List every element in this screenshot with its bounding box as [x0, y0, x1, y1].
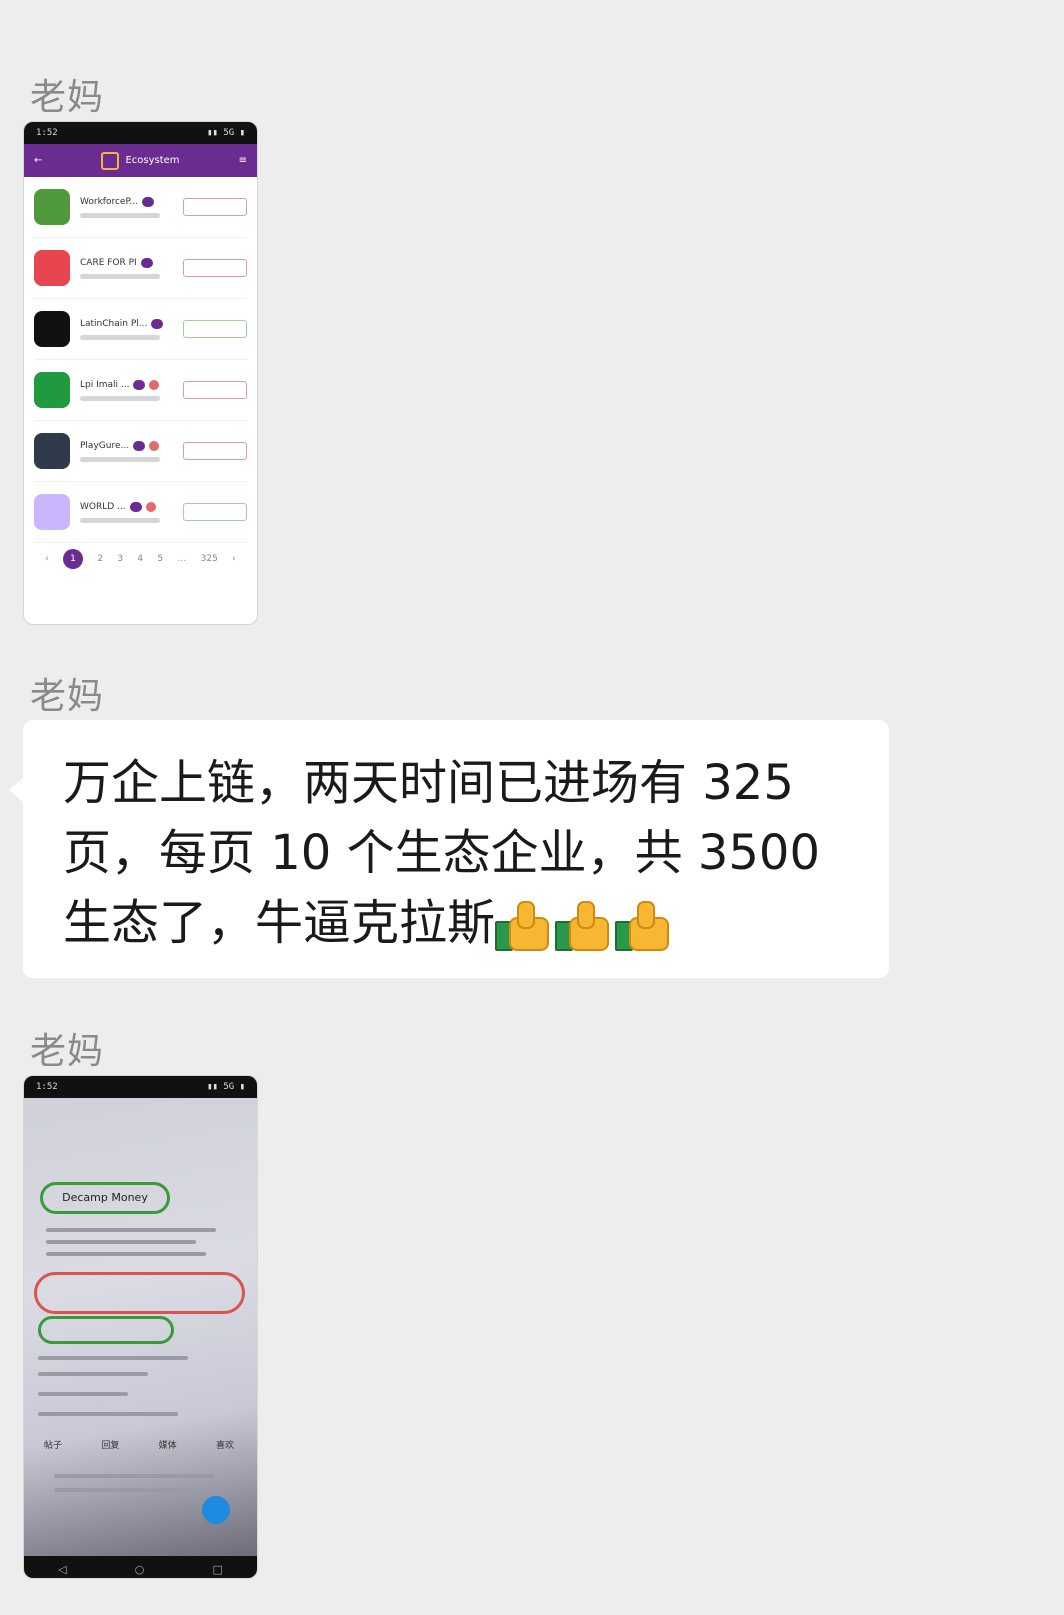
app-action-button — [183, 503, 247, 521]
app-list-row: CARE FOR PI — [34, 238, 247, 299]
app-icon — [34, 250, 70, 286]
app-list-row: WorkforceP... — [34, 177, 247, 238]
app-text: WorkforceP... — [80, 196, 173, 218]
verified-badge-icon — [140, 257, 153, 268]
status-dot-icon — [149, 379, 160, 390]
bio-highlight — [34, 1272, 245, 1314]
message-line: 万企上链，两天时间已进场有 325 — [63, 755, 794, 811]
verified-badge-icon — [142, 196, 155, 207]
back-nav-icon: ◁ — [58, 1562, 67, 1576]
app-icon — [34, 311, 70, 347]
status-time: 1:52 — [36, 1082, 58, 1092]
app-name: LatinChain Pl... — [80, 318, 148, 329]
menu-icon: ≡ — [238, 155, 247, 166]
emoji-group — [495, 899, 670, 953]
status-dot-icon — [145, 501, 156, 512]
thumbs-up-icon — [615, 899, 670, 953]
app-icon — [34, 494, 70, 530]
app-list: WorkforceP... CARE FOR PI LatinChain Pl...… — [24, 177, 257, 543]
app-name: CARE FOR PI — [80, 257, 137, 268]
page-5: 5 — [157, 554, 164, 564]
link-highlight — [38, 1316, 174, 1344]
app-action-button — [183, 442, 247, 460]
app-icon — [34, 372, 70, 408]
home-nav-icon: ○ — [134, 1562, 145, 1576]
verified-badge-icon — [133, 440, 146, 451]
app-name: Lpi Imali ... — [80, 379, 130, 390]
page-ellipsis: … — [177, 554, 187, 564]
app-title: Ecosystem — [125, 155, 180, 166]
verified-badge-icon — [151, 318, 164, 329]
app-name: WORLD ... — [80, 501, 126, 512]
app-text: Lpi Imali ... — [80, 379, 173, 401]
status-icons: ▮▮ 5G ▮ — [207, 128, 245, 138]
app-name: WorkforceP... — [80, 196, 139, 207]
app-list-row: Lpi Imali ... — [34, 360, 247, 421]
pi-logo-icon — [101, 151, 120, 170]
tab-likes: 喜欢 — [215, 1441, 234, 1451]
app-description — [80, 395, 160, 401]
verified-badge-icon — [129, 501, 142, 512]
sender-name: 老妈 — [30, 77, 105, 118]
tab-replies: 回复 — [101, 1441, 120, 1451]
sender-name: 老妈 — [30, 1031, 105, 1072]
app-action-button — [183, 259, 247, 277]
recents-nav-icon: □ — [212, 1562, 223, 1576]
app-icon — [34, 433, 70, 469]
compose-icon — [202, 1496, 230, 1524]
text-message-bubble[interactable]: 万企上链，两天时间已进场有 325 页，每页 10 个生态企业，共 3500 生… — [9, 720, 889, 978]
status-time: 1:52 — [36, 128, 58, 138]
thumbs-up-icon — [555, 899, 610, 953]
app-action-button — [183, 381, 247, 399]
profile-tabs: 帖子 回复 媒体 喜欢 — [44, 1438, 234, 1451]
page-last: 325 — [200, 554, 218, 564]
thumbs-up-icon — [495, 899, 550, 953]
verified-badge-icon — [133, 379, 146, 390]
app-description — [80, 456, 160, 462]
status-dot-icon — [149, 440, 160, 451]
app-action-button — [183, 198, 247, 216]
message-line-text: 生态了，牛逼克拉斯 — [63, 895, 496, 951]
back-arrow-icon: ← — [34, 155, 43, 166]
app-text: WORLD ... — [80, 501, 173, 523]
prev-page-icon: ‹ — [45, 554, 49, 564]
photo-of-profile-screen: Decamp Money 帖子 回复 媒体 喜欢 — [24, 1098, 257, 1556]
app-list-row: LatinChain Pl... — [34, 299, 247, 360]
tab-posts: 帖子 — [44, 1441, 63, 1451]
app-description — [80, 517, 160, 523]
android-nav-bar: ◁ ○ □ — [24, 1556, 257, 1578]
page-2: 2 — [97, 554, 104, 564]
image-message-ecosystem[interactable]: 1:52 ▮▮ 5G ▮ ← Ecosystem ≡ WorkforceP...… — [23, 121, 258, 625]
page-current: 1 — [63, 549, 84, 569]
app-text: LatinChain Pl... — [80, 318, 173, 340]
image-message-profile[interactable]: 1:52 ▮▮ 5G ▮ Decamp Money 帖子 回复 媒体 喜欢 ◁ … — [23, 1075, 258, 1579]
app-list-row: WORLD ... — [34, 482, 247, 543]
tab-media: 媒体 — [158, 1441, 177, 1451]
app-description — [80, 273, 160, 279]
status-icons: ▮▮ 5G ▮ — [207, 1082, 245, 1092]
page-3: 3 — [117, 554, 124, 564]
app-bar: ← Ecosystem ≡ — [24, 144, 257, 177]
app-list-row: PlayGure... — [34, 421, 247, 482]
message-line: 页，每页 10 个生态企业，共 3500 — [63, 825, 821, 881]
pagination: ‹ 1 2 3 4 5 … 325 › — [24, 543, 257, 575]
profile-name-highlight: Decamp Money — [40, 1182, 170, 1214]
message-line: 生态了，牛逼克拉斯 — [63, 888, 851, 958]
app-icon — [34, 189, 70, 225]
app-description — [80, 212, 160, 218]
phone-status-bar: 1:52 ▮▮ 5G ▮ — [24, 1076, 257, 1098]
app-description — [80, 334, 160, 340]
sender-name: 老妈 — [30, 676, 105, 717]
app-text: CARE FOR PI — [80, 257, 173, 279]
page-4: 4 — [137, 554, 144, 564]
app-name: PlayGure... — [80, 440, 130, 451]
app-action-button — [183, 320, 247, 338]
next-page-icon: › — [232, 554, 236, 564]
phone-status-bar: 1:52 ▮▮ 5G ▮ — [24, 122, 257, 144]
app-text: PlayGure... — [80, 440, 173, 462]
